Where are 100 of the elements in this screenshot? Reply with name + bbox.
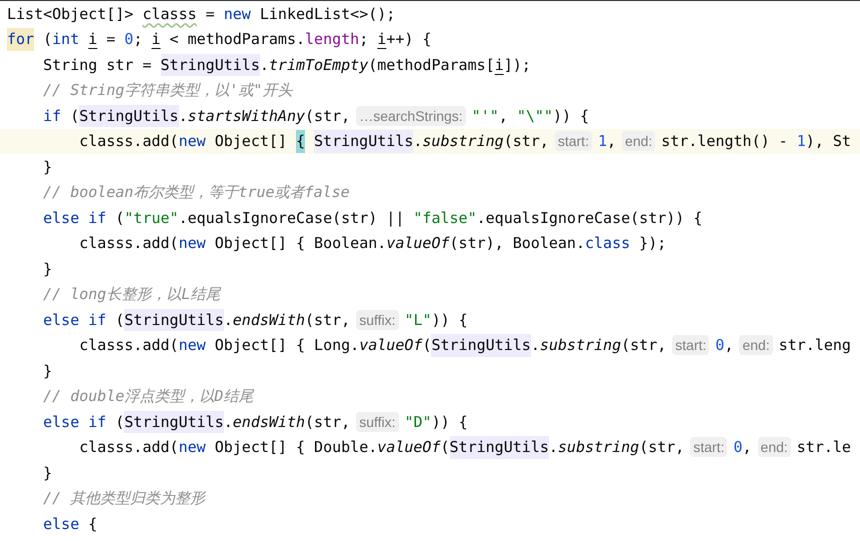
string-literal: "'" — [472, 106, 499, 126]
keyword: int — [52, 29, 80, 50]
keyword: new — [224, 4, 251, 24]
code-text: )) { — [552, 106, 590, 126]
method-name: endsWith — [232, 310, 306, 330]
code-text: str.length() - — [661, 131, 789, 152]
code-text: String str = — [42, 54, 152, 76]
string-literal: "false" — [413, 208, 477, 228]
code-text: (str, — [621, 335, 666, 356]
code-text: str.le — [796, 437, 851, 458]
keyword: for — [7, 28, 34, 50]
keyword: new — [178, 335, 206, 356]
class-reference: StringUtils — [450, 436, 549, 458]
parameter-hint: suffix: — [356, 310, 398, 330]
code-text: ++) { — [386, 29, 432, 50]
class-reference: StringUtils — [431, 334, 531, 356]
number-literal: 0 — [733, 437, 742, 458]
method-name: valueOf — [386, 233, 450, 254]
code-text: ( — [114, 208, 124, 228]
loop-variable: i — [88, 29, 98, 50]
code-text: = — [105, 29, 116, 50]
class-reference: StringUtils — [79, 104, 179, 127]
code-text: . — [224, 412, 233, 432]
code-text: Object[] { Boolean. — [214, 233, 386, 254]
code-text: } — [42, 360, 52, 382]
keyword: class — [585, 233, 630, 254]
keyword: else if — [42, 208, 106, 228]
method-name: substring — [558, 437, 640, 458]
code-text: List<Object[]> — [7, 4, 134, 24]
parameter-hint: start: — [690, 437, 728, 458]
method-name: startsWithAny — [188, 106, 306, 126]
code-text: )) { — [432, 310, 468, 330]
code-text: .equalsIgnoreCase(str)) { — [476, 208, 702, 228]
code-text: classs.add( — [78, 437, 179, 458]
class-reference: StringUtils — [124, 410, 224, 433]
code-text: } — [42, 462, 52, 484]
keyword: new — [178, 437, 206, 458]
code-text: { — [87, 514, 98, 534]
comment: // 其他类型归类为整形 — [42, 488, 206, 509]
code-text: ; — [359, 29, 370, 50]
code-text: ]); — [504, 54, 531, 76]
code-text: , — [742, 437, 752, 458]
code-text: ( — [440, 437, 450, 458]
comment: // boolean布尔类型，等于true或者false — [42, 182, 350, 203]
comment: // String字符串类型，以'或"开头 — [42, 80, 292, 101]
code-text: . — [178, 106, 188, 126]
code-text: ( — [69, 106, 80, 126]
variable-name: classs — [142, 4, 197, 24]
parameter-hint: …searchStrings: — [356, 106, 466, 126]
code-text: , — [607, 131, 616, 152]
code-text: classs.add( — [78, 233, 179, 254]
code-text: < methodParams. — [168, 29, 306, 50]
code-text: ( — [114, 310, 124, 330]
keyword: new — [178, 233, 206, 254]
keyword: if — [42, 106, 62, 126]
loop-variable: i — [494, 54, 504, 76]
keyword: else — [42, 514, 80, 534]
keyword: new — [178, 131, 206, 152]
brace: { — [296, 130, 306, 152]
code-text: ; — [133, 29, 144, 50]
comment: // long长整形，以L结尾 — [42, 284, 220, 305]
code-text: classs.add( — [78, 335, 179, 356]
number-literal: 1 — [598, 131, 607, 152]
field-name: length — [305, 29, 360, 50]
code-text: , — [498, 106, 509, 126]
code-text: ( — [422, 335, 432, 356]
loop-variable: i — [377, 29, 386, 50]
code-text: classs.add( — [78, 131, 179, 152]
loop-variable: i — [152, 29, 161, 50]
number-literal: 0 — [715, 335, 724, 356]
parameter-hint: end: — [622, 131, 656, 152]
code-text: (str, — [305, 106, 350, 126]
number-literal: 1 — [796, 131, 806, 152]
method-name: substring — [422, 131, 504, 152]
parameter-hint: end: — [739, 335, 773, 356]
code-text: LinkedList<>(); — [258, 4, 396, 24]
code-text: } — [42, 258, 52, 280]
code-text: . — [530, 335, 540, 356]
code-text: (str, — [305, 310, 350, 330]
string-literal: "true" — [124, 208, 179, 228]
code-text: (str, — [504, 131, 549, 152]
parameter-hint: end: — [758, 437, 791, 458]
parameter-hint: start: — [672, 335, 710, 356]
code-text: . — [413, 131, 422, 152]
method-name: valueOf — [359, 335, 422, 356]
comment: // double浮点类型，以D结尾 — [42, 386, 254, 407]
class-reference: StringUtils — [124, 308, 224, 331]
code-text: (str), Boolean. — [450, 233, 585, 254]
method-name: valueOf — [377, 437, 440, 458]
keyword: else if — [42, 412, 106, 432]
code-text: )) { — [432, 412, 468, 432]
code-text: Object[] { Double. — [214, 437, 378, 458]
string-literal: "D" — [404, 412, 432, 432]
string-literal: "\"" — [516, 106, 553, 126]
code-text: Object[] — [214, 131, 288, 152]
method-name: endsWith — [232, 412, 306, 432]
code-text: (methodParams[ — [368, 54, 495, 76]
class-reference: StringUtils — [160, 54, 260, 76]
string-literal: "L" — [404, 310, 432, 330]
code-text: . — [260, 54, 269, 76]
